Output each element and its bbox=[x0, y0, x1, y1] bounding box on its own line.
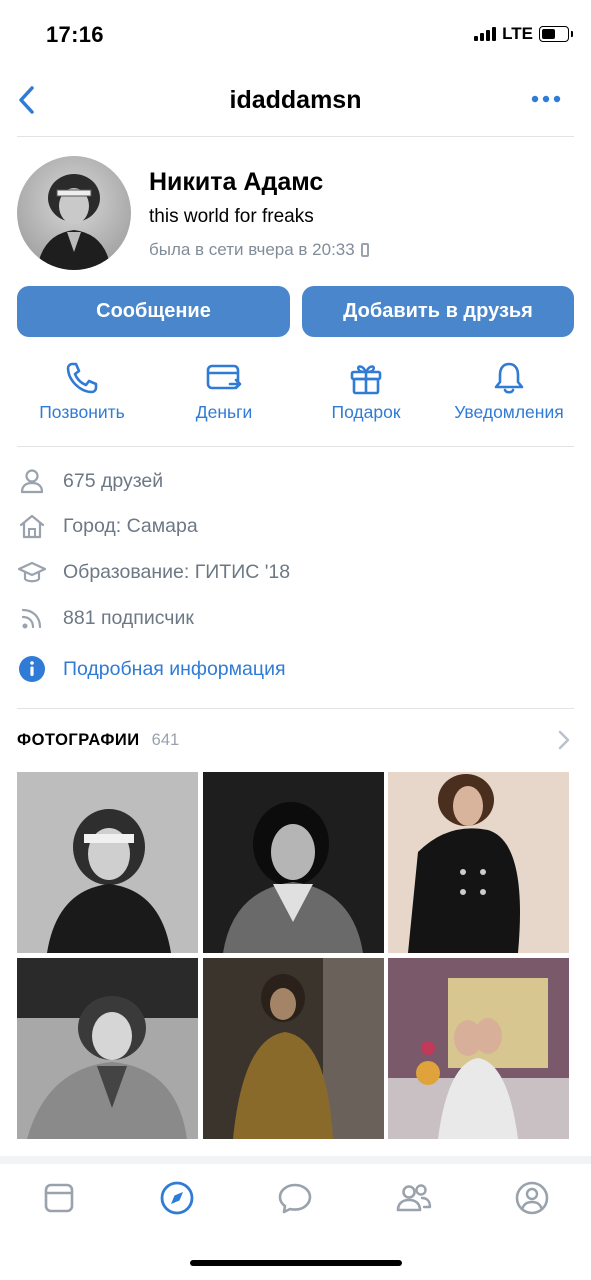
chevron-right-icon[interactable] bbox=[554, 728, 574, 752]
friends-icon bbox=[396, 1184, 432, 1212]
more-info-link: Подробная информация bbox=[63, 657, 286, 680]
network-label: LTE bbox=[502, 24, 533, 43]
notifications-label: Уведомления bbox=[454, 402, 564, 422]
tabbar-separator bbox=[0, 1156, 591, 1164]
phone-icon bbox=[66, 362, 98, 394]
status-time: 17:16 bbox=[46, 22, 104, 47]
rss-icon bbox=[17, 603, 47, 633]
money-card-icon bbox=[206, 364, 242, 390]
tab-news[interactable] bbox=[37, 1176, 81, 1220]
photos-count: 641 bbox=[151, 730, 180, 749]
profile-icon bbox=[515, 1181, 549, 1215]
home-indicator bbox=[190, 1260, 402, 1266]
call-action[interactable]: Позвонить bbox=[33, 358, 131, 423]
friends-row[interactable]: 675 друзей bbox=[17, 466, 163, 496]
profile-name: Никита Адамс bbox=[149, 168, 324, 196]
photos-title: ФОТОГРАФИИ bbox=[17, 730, 140, 749]
signal-icon bbox=[474, 27, 497, 41]
education-text: Образование: ГИТИС '18 bbox=[63, 560, 291, 583]
nav-divider bbox=[17, 136, 574, 137]
online-status: была в сети вчера в 20:33 bbox=[149, 240, 369, 260]
info-divider bbox=[17, 708, 574, 709]
online-status-text: была в сети вчера в 20:33 bbox=[149, 240, 355, 259]
money-label: Деньги bbox=[195, 402, 253, 422]
call-label: Позвонить bbox=[39, 402, 125, 422]
photos-header[interactable]: ФОТОГРАФИИ 641 bbox=[17, 728, 574, 752]
gift-label: Подарок bbox=[331, 402, 401, 422]
more-dots-icon[interactable] bbox=[531, 92, 561, 106]
message-bubble-icon bbox=[278, 1183, 312, 1214]
profile-status: this world for freaks bbox=[149, 206, 314, 227]
city-row: Город: Самара bbox=[17, 511, 198, 541]
photo-thumbnail[interactable] bbox=[203, 772, 384, 953]
bell-icon bbox=[494, 362, 524, 394]
tab-friends[interactable] bbox=[392, 1176, 436, 1220]
actions-divider bbox=[17, 446, 574, 447]
status-bar: 17:16 LTE bbox=[0, 0, 591, 70]
tab-discover[interactable] bbox=[155, 1176, 199, 1220]
photo-thumbnail[interactable] bbox=[388, 772, 569, 953]
photo-thumbnail[interactable] bbox=[203, 958, 384, 1139]
tab-messages[interactable] bbox=[273, 1176, 317, 1220]
home-icon bbox=[17, 511, 47, 541]
education-row: Образование: ГИТИС '18 bbox=[17, 557, 290, 587]
friends-count: 675 друзей bbox=[63, 469, 164, 492]
status-indicators: LTE bbox=[474, 24, 573, 44]
avatar[interactable] bbox=[17, 156, 131, 270]
city-text: Город: Самара bbox=[63, 514, 198, 537]
photo-thumbnail[interactable] bbox=[388, 958, 569, 1139]
money-action[interactable]: Деньги bbox=[183, 358, 265, 423]
compass-icon bbox=[160, 1181, 194, 1215]
page-title: idaddamsn bbox=[229, 86, 362, 114]
nav-bar: idaddamsn bbox=[0, 70, 591, 136]
newsfeed-icon bbox=[44, 1183, 74, 1213]
message-button[interactable]: Сообщение bbox=[17, 286, 290, 337]
followers-row[interactable]: 881 подписчик bbox=[17, 603, 194, 633]
notifications-action[interactable]: Уведомления bbox=[444, 358, 574, 423]
graduation-cap-icon bbox=[17, 557, 47, 587]
photo-thumbnail[interactable] bbox=[17, 772, 198, 953]
gift-action[interactable]: Подарок bbox=[322, 358, 410, 423]
tab-profile[interactable] bbox=[510, 1176, 554, 1220]
followers-count: 881 подписчик bbox=[63, 606, 194, 629]
photo-thumbnail[interactable] bbox=[17, 958, 198, 1139]
person-icon bbox=[17, 466, 47, 496]
gift-icon bbox=[350, 365, 382, 395]
profile-actions: Позвонить Деньги Подарок Уведомления bbox=[0, 358, 591, 430]
add-friend-button[interactable]: Добавить в друзья bbox=[302, 286, 574, 337]
info-icon bbox=[17, 654, 47, 684]
battery-icon bbox=[539, 26, 573, 42]
mobile-device-icon bbox=[360, 243, 369, 257]
more-info-row[interactable]: Подробная информация bbox=[17, 654, 286, 684]
